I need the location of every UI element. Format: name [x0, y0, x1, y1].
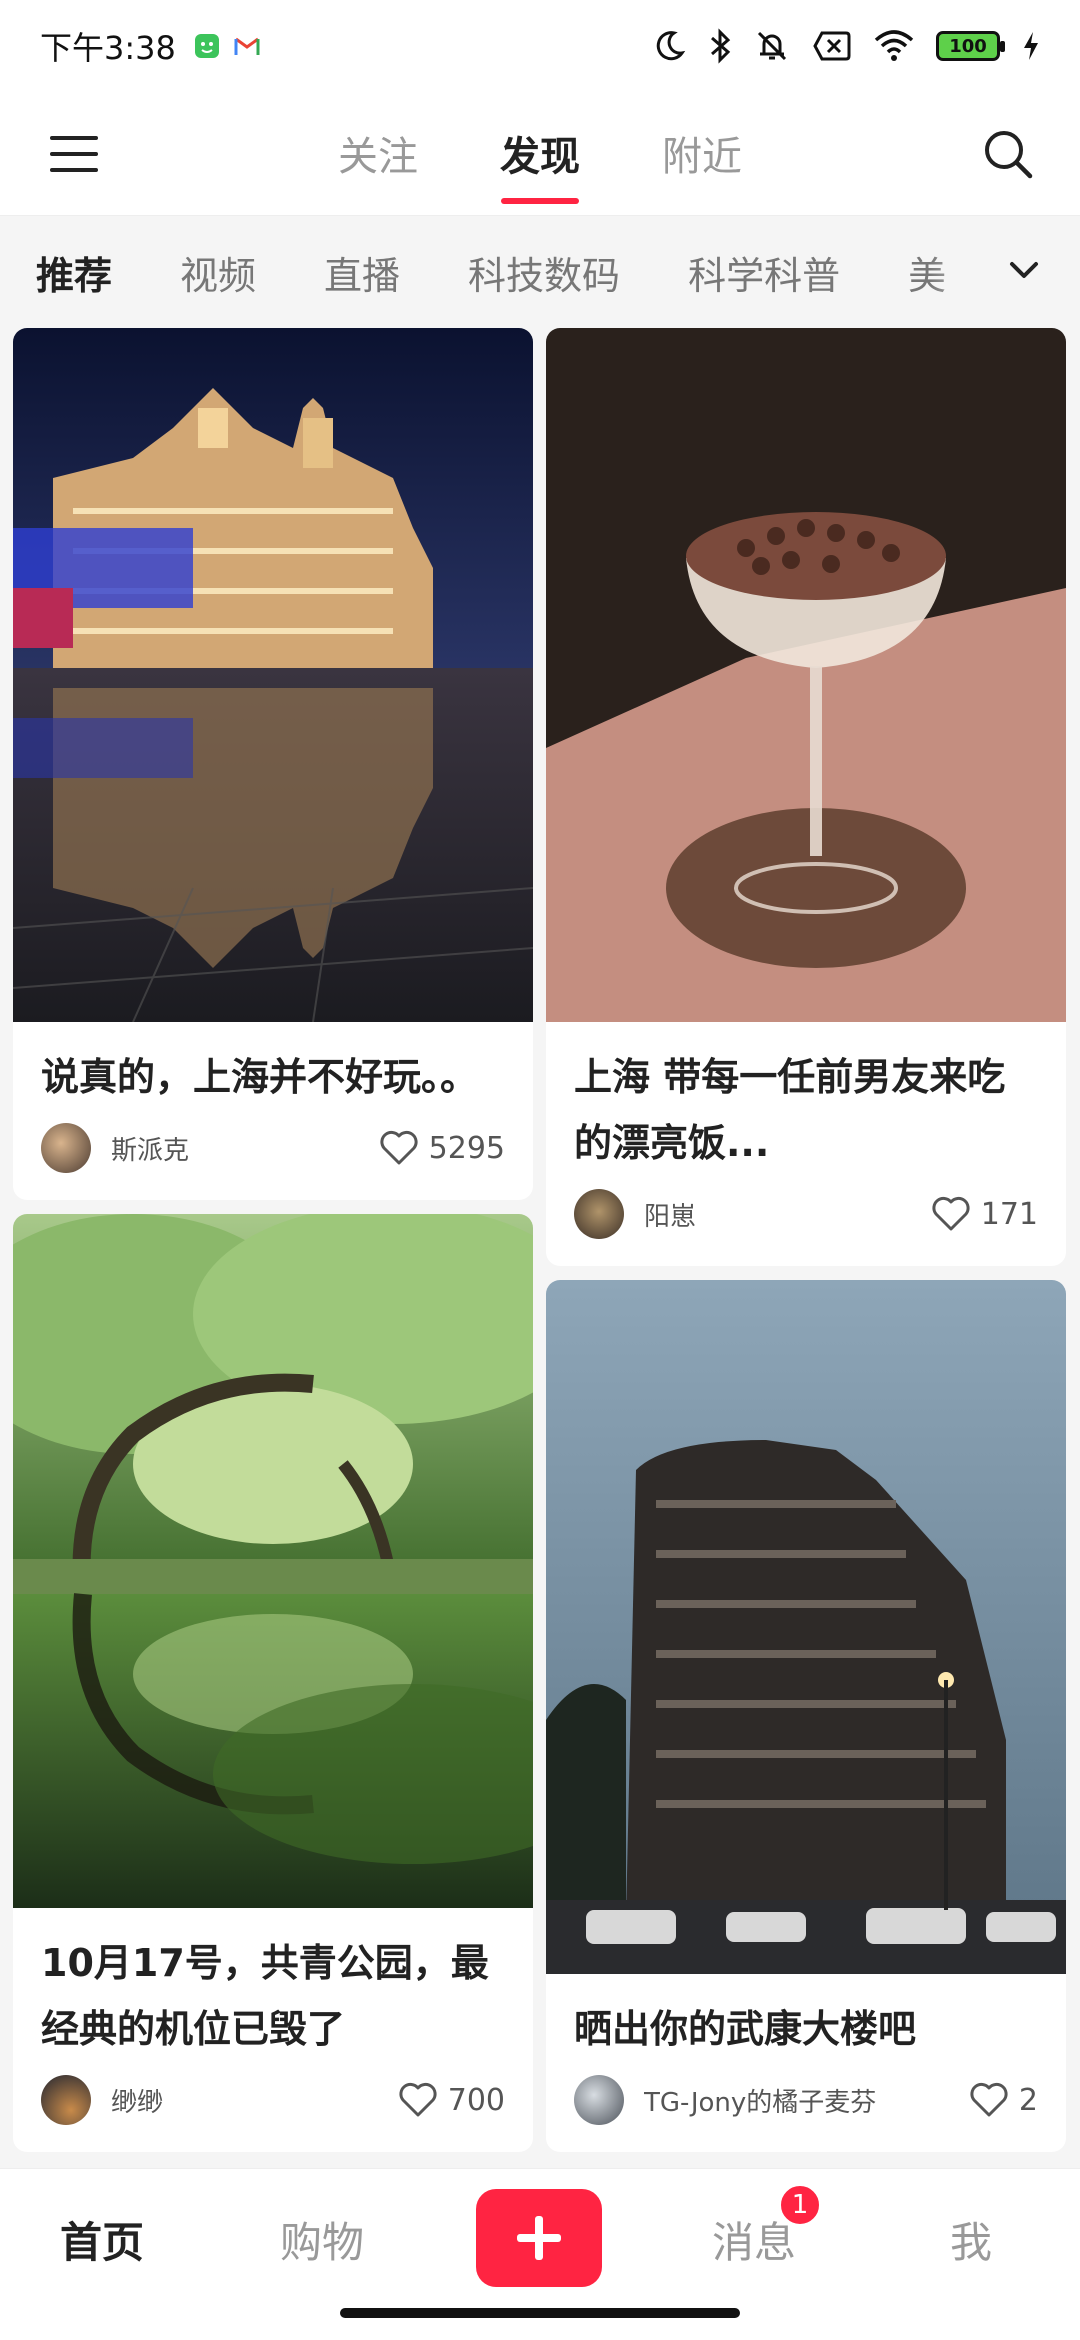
- top-nav: 关注 发现 附近: [0, 92, 1080, 216]
- author-name[interactable]: 阳崽: [644, 1196, 931, 1233]
- note-body: 10月17号，共青公园，最经典的机位已毁了 缈缈 700: [13, 1908, 533, 2152]
- status-bar: 下午3:38 100: [0, 0, 1080, 92]
- app-screen: 下午3:38 100 关注 发现 附近 推荐 视频 直播 科技数码 科学科普 美…: [0, 0, 1080, 2340]
- like-count: 700: [447, 2082, 505, 2118]
- like-button[interactable]: 171: [931, 1196, 1038, 1232]
- category-strip: 推荐 视频 直播 科技数码 科学科普 美: [0, 216, 1080, 328]
- messages-badge: 1: [778, 2183, 822, 2227]
- wifi-icon: [874, 30, 914, 61]
- category-tech[interactable]: 科技数码: [468, 245, 620, 300]
- note-card[interactable]: 10月17号，共青公园，最经典的机位已毁了 缈缈 700: [13, 1214, 533, 2152]
- bottom-tab-me[interactable]: 我: [950, 2209, 992, 2270]
- note-title: 10月17号，共青公园，最经典的机位已毁了: [41, 1941, 489, 2051]
- note-title: 晒出你的武康大楼吧: [574, 2007, 917, 2051]
- bottom-tab-shopping[interactable]: 购物: [280, 2209, 364, 2270]
- note-body: 上海 带每一任前男友来吃的漂亮饭... 阳崽 171: [546, 1022, 1066, 1266]
- chevron-down-icon[interactable]: [1004, 250, 1044, 290]
- gmail-icon: [234, 37, 260, 55]
- search-icon[interactable]: [982, 128, 1034, 180]
- bluetooth-icon: [711, 28, 731, 64]
- avatar[interactable]: [574, 2075, 624, 2125]
- like-button[interactable]: 700: [398, 2082, 505, 2118]
- author-name[interactable]: TG-Jony的橘子麦芬: [644, 2082, 969, 2119]
- note-card[interactable]: 说真的，上海并不好玩。。 斯派克 5295: [13, 328, 533, 1200]
- app-notification-icon: [194, 34, 219, 58]
- avatar[interactable]: [574, 1189, 624, 1239]
- home-indicator[interactable]: [340, 2308, 740, 2318]
- heart-icon: [970, 2082, 1008, 2117]
- note-meta: TG-Jony的橘子麦芬 2: [574, 2072, 1038, 2128]
- note-image-wukang-building[interactable]: [546, 1280, 1066, 1974]
- note-image-bund-night[interactable]: [13, 328, 533, 1022]
- author-name[interactable]: 缈缈: [111, 2082, 398, 2119]
- category-live[interactable]: 直播: [324, 245, 400, 300]
- note-card[interactable]: 上海 带每一任前男友来吃的漂亮饭... 阳崽 171: [546, 328, 1066, 1266]
- note-body: 晒出你的武康大楼吧 TG-Jony的橘子麦芬 2: [546, 1974, 1066, 2152]
- battery-icon: 100: [936, 31, 1005, 61]
- bottom-tab-home[interactable]: 首页: [60, 2209, 144, 2270]
- note-meta: 缈缈 700: [41, 2072, 505, 2128]
- note-title: 说真的，上海并不好玩。。: [41, 1055, 479, 1099]
- tab-nearby[interactable]: 附近: [656, 116, 748, 190]
- note-meta: 斯派克 5295: [41, 1120, 505, 1176]
- system-icons: 100: [652, 28, 1040, 64]
- notification-icons: [194, 33, 260, 59]
- heart-icon: [399, 2082, 437, 2117]
- avatar[interactable]: [41, 2075, 91, 2125]
- tab-discover[interactable]: 发现: [494, 116, 586, 190]
- like-button[interactable]: 2: [969, 2082, 1038, 2118]
- note-title: 上海 带每一任前男友来吃的漂亮饭...: [574, 1055, 1006, 1165]
- note-image-dessert[interactable]: [546, 328, 1066, 1022]
- like-count: 171: [980, 1196, 1038, 1232]
- feed-column-left: 说真的，上海并不好玩。。 斯派克 5295 10月17号，共青公园，最经典的机位…: [13, 328, 533, 2166]
- avatar[interactable]: [41, 1123, 91, 1173]
- sim-off-icon: [813, 31, 851, 61]
- category-video[interactable]: 视频: [180, 245, 256, 300]
- note-card[interactable]: 晒出你的武康大楼吧 TG-Jony的橘子麦芬 2: [546, 1280, 1066, 2152]
- battery-level: 100: [949, 35, 987, 57]
- note-image-park[interactable]: [13, 1214, 533, 1908]
- like-count: 5295: [428, 1130, 505, 1166]
- like-button[interactable]: 5295: [379, 1130, 505, 1166]
- heart-icon: [932, 1196, 970, 1231]
- nav-tabs: 关注 发现 附近: [0, 116, 1080, 190]
- category-recommend[interactable]: 推荐: [36, 245, 112, 300]
- status-time: 下午3:38: [40, 29, 176, 67]
- plus-icon: [517, 2216, 561, 2260]
- like-count: 2: [1018, 2082, 1038, 2118]
- author-name[interactable]: 斯派克: [111, 1130, 379, 1167]
- note-meta: 阳崽 171: [574, 1186, 1038, 1242]
- category-list: 推荐 视频 直播 科技数码 科学科普 美: [0, 245, 946, 300]
- note-body: 说真的，上海并不好玩。。 斯派克 5295: [13, 1022, 533, 1200]
- moon-icon: [656, 31, 686, 61]
- bell-off-icon: [757, 31, 787, 61]
- category-science[interactable]: 科学科普: [688, 245, 840, 300]
- charging-icon: [1024, 32, 1038, 60]
- heart-icon: [380, 1130, 418, 1165]
- publish-button[interactable]: [476, 2189, 602, 2287]
- tab-follow[interactable]: 关注: [332, 116, 424, 190]
- feed-column-right: 上海 带每一任前男友来吃的漂亮饭... 阳崽 171 晒出你的武康大楼吧 TG-…: [546, 328, 1066, 2166]
